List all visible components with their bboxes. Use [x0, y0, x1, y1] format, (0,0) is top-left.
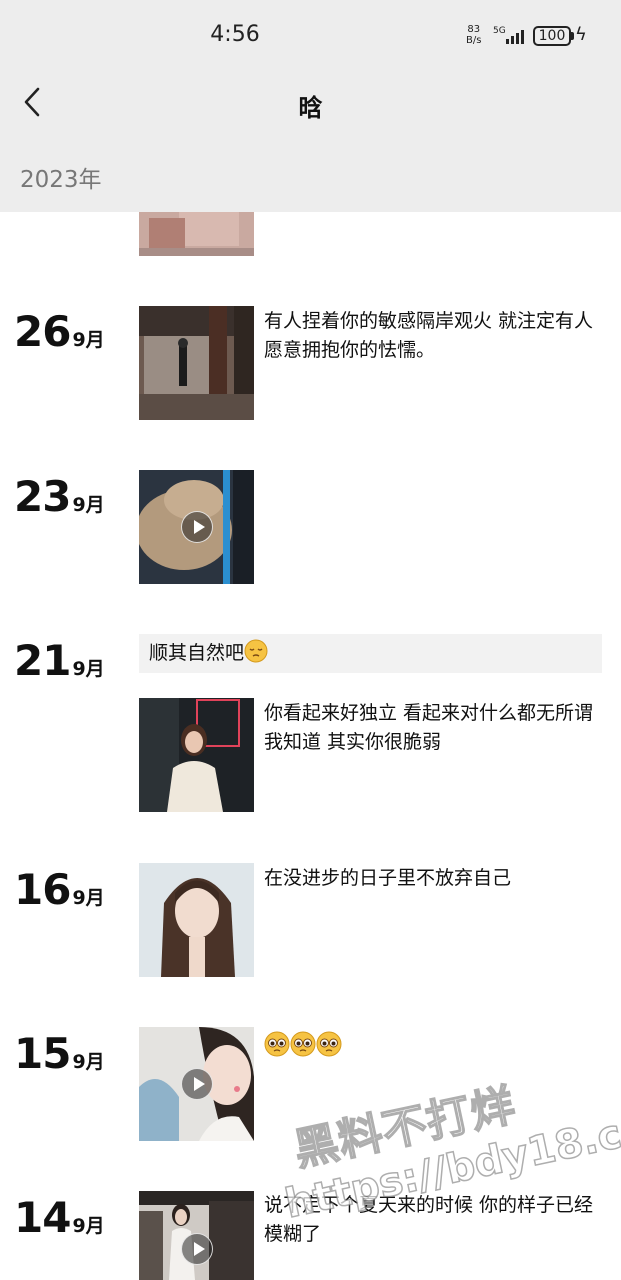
- post-text: 在没进步的日子里不放弃自己: [264, 867, 512, 889]
- post-date: 15 9月: [14, 1029, 105, 1078]
- date-month: 9月: [72, 887, 105, 909]
- photo-image: [139, 306, 254, 420]
- play-icon[interactable]: [181, 511, 213, 543]
- post-video-thumbnail[interactable]: [139, 470, 254, 584]
- photo-image: [139, 863, 254, 977]
- post-thumbnail-partial[interactable]: [139, 212, 254, 256]
- date-month: 9月: [72, 494, 105, 516]
- date-month: 9月: [72, 1215, 105, 1237]
- pleading-face-emoji-icon: [264, 1031, 290, 1057]
- date-month: 9月: [72, 658, 105, 680]
- date-day: 15: [14, 1029, 71, 1078]
- date-day: 26: [14, 307, 71, 356]
- play-icon[interactable]: [181, 1068, 213, 1100]
- photo-image: [139, 698, 254, 812]
- network-rate-value: 83: [467, 24, 481, 35]
- battery-tip: [571, 32, 574, 40]
- charging-icon: ϟ: [575, 24, 587, 45]
- photo-image: [139, 212, 254, 256]
- post-video-thumbnail[interactable]: [139, 1191, 254, 1280]
- page-title: 晗: [298, 94, 323, 122]
- text-only-post[interactable]: 顺其自然吧: [139, 634, 602, 673]
- date-day: 14: [14, 1193, 71, 1242]
- pleading-face-emoji-icon: [290, 1031, 316, 1057]
- date-day: 21: [14, 636, 71, 685]
- network-rate: 83 B/s: [466, 24, 481, 46]
- pleading-face-emoji-icon: [316, 1031, 342, 1057]
- post-text: 你看起来好独立 看起来对什么都无所谓 我知道 其实你很脆弱: [264, 702, 594, 753]
- date-day: 16: [14, 865, 71, 914]
- nav-bar: 晗: [0, 70, 621, 136]
- year-label: 2023年: [20, 167, 102, 193]
- top-bar: 4:56 83 B/s 5G 100 ϟ 晗 2023年: [0, 0, 621, 212]
- emoji-row: [264, 1031, 342, 1057]
- post-date: 16 9月: [14, 865, 105, 914]
- play-icon[interactable]: [181, 1233, 213, 1265]
- post-text: 说不定下个夏天来的时候 你的样子已经模糊了: [264, 1194, 594, 1245]
- post-date: 14 9月: [14, 1193, 105, 1242]
- date-month: 9月: [72, 1051, 105, 1073]
- battery-level: 100: [533, 26, 571, 46]
- watermark-line-1: 黑料不打烊: [289, 1079, 521, 1177]
- date-month: 9月: [72, 329, 105, 351]
- status-bar: 4:56 83 B/s 5G 100 ϟ: [0, 0, 621, 70]
- post-thumbnail[interactable]: [139, 306, 254, 420]
- network-type: 5G: [493, 26, 506, 36]
- post-text: 有人捏着你的敏感隔岸观火 就注定有人愿意拥抱你的怯懦。: [264, 310, 594, 361]
- status-time: 4:56: [210, 22, 260, 47]
- post-thumbnail[interactable]: [139, 698, 254, 812]
- post-date: 21 9月: [14, 636, 105, 685]
- post-date: 26 9月: [14, 307, 105, 356]
- post-date: 23 9月: [14, 472, 105, 521]
- text-post-content: 顺其自然吧: [149, 642, 245, 664]
- post-thumbnail[interactable]: [139, 863, 254, 977]
- post-video-thumbnail[interactable]: [139, 1027, 254, 1141]
- network-rate-unit: B/s: [466, 35, 482, 46]
- date-day: 23: [14, 472, 71, 521]
- signal-icon: [506, 28, 528, 44]
- pensive-emoji-icon: [244, 639, 268, 663]
